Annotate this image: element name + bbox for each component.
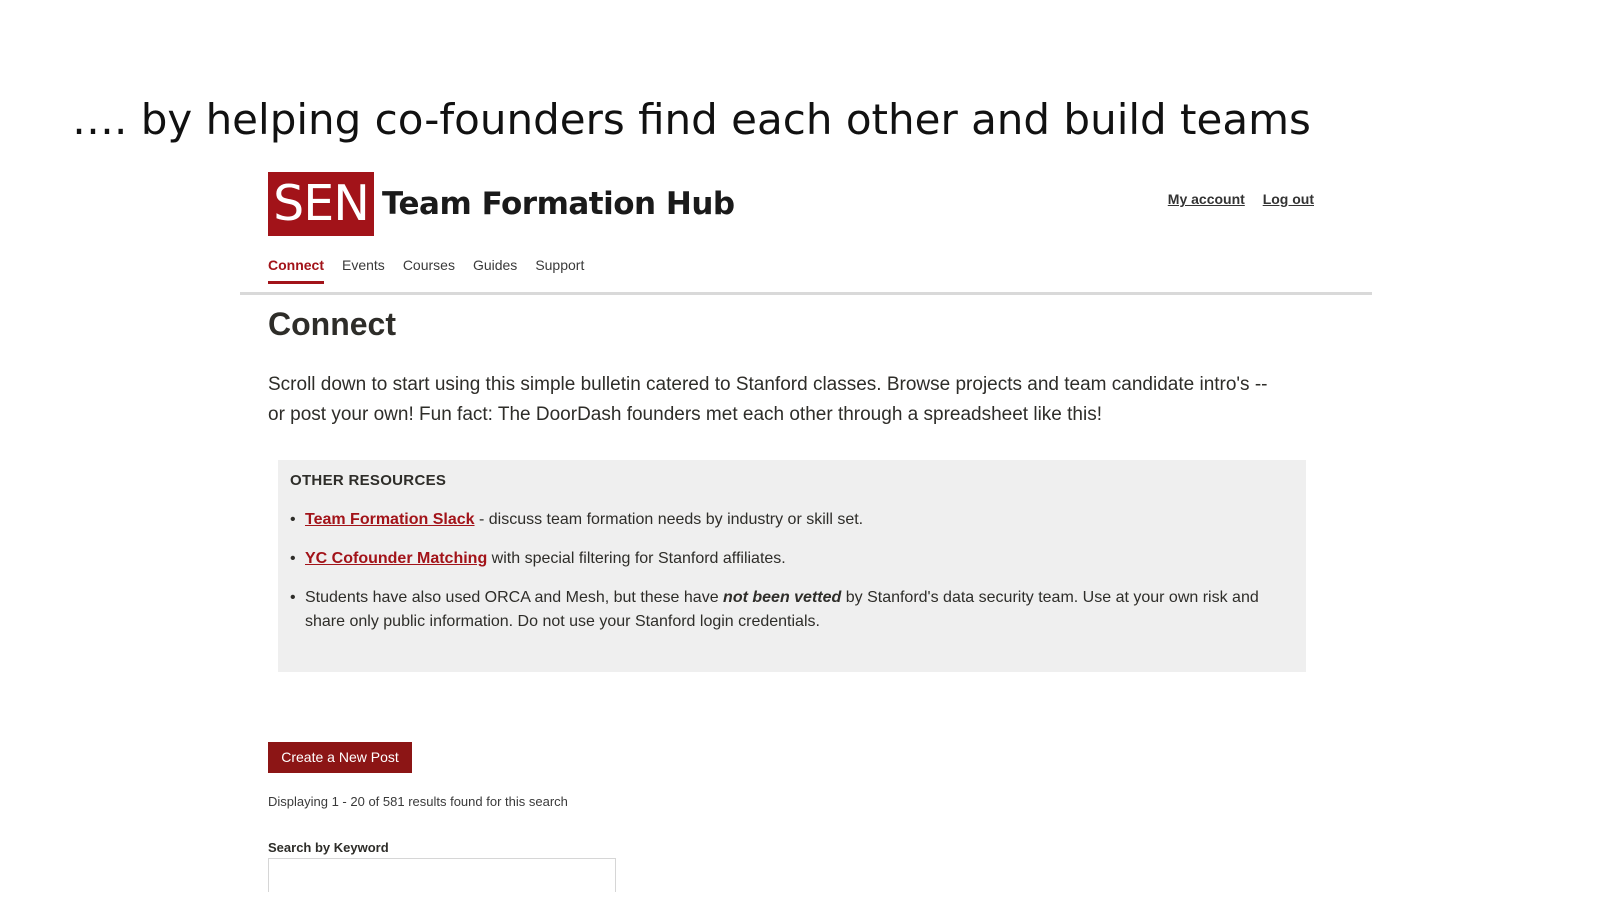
page-title: Connect	[268, 306, 396, 342]
main-nav: Connect Events Courses Guides Support	[268, 256, 602, 284]
site-title[interactable]: Team Formation Hub	[382, 182, 735, 226]
list-item: • YC Cofounder Matching with special filt…	[290, 547, 1290, 571]
bullet-icon: •	[290, 511, 296, 528]
yc-cofounder-matching-link[interactable]: YC Cofounder Matching	[305, 550, 487, 567]
resource-description: with special filtering for Stanford affi…	[487, 550, 786, 567]
resources-heading: OTHER RESOURCES	[290, 472, 447, 489]
search-input[interactable]	[268, 858, 616, 892]
website-screenshot: SEN Team Formation Hub My account Log ou…	[240, 168, 1372, 892]
resource-description: Students have also used ORCA and Mesh, b…	[305, 589, 724, 606]
search-label: Search by Keyword	[268, 840, 389, 855]
nav-divider	[240, 292, 1372, 295]
bullet-icon: •	[290, 589, 296, 606]
account-links: My account Log out	[1154, 190, 1314, 208]
my-account-link[interactable]: My account	[1168, 191, 1245, 207]
create-new-post-button[interactable]: Create a New Post	[268, 742, 412, 773]
slide-title: …. by helping co-founders find each othe…	[72, 95, 1311, 144]
list-item: • Students have also used ORCA and Mesh, …	[290, 586, 1290, 634]
results-count: Displaying 1 - 20 of 581 results found f…	[268, 794, 568, 809]
tab-guides[interactable]: Guides	[473, 256, 517, 284]
log-out-link[interactable]: Log out	[1263, 191, 1314, 207]
tab-courses[interactable]: Courses	[403, 256, 455, 284]
intro-paragraph: Scroll down to start using this simple b…	[268, 374, 1268, 425]
resource-description: - discuss team formation needs by indust…	[474, 511, 864, 528]
tab-connect[interactable]: Connect	[268, 256, 324, 284]
other-resources-box: OTHER RESOURCES • Team Formation Slack - …	[278, 460, 1306, 672]
resources-list: • Team Formation Slack - discuss team for…	[290, 508, 1290, 649]
sen-logo[interactable]: SEN	[268, 172, 374, 236]
bullet-icon: •	[290, 550, 296, 567]
team-formation-slack-link[interactable]: Team Formation Slack	[305, 511, 475, 528]
list-item: • Team Formation Slack - discuss team for…	[290, 508, 1290, 532]
not-vetted-emphasis: not been vetted	[723, 589, 842, 606]
tab-support[interactable]: Support	[535, 256, 584, 284]
tab-events[interactable]: Events	[342, 256, 385, 284]
